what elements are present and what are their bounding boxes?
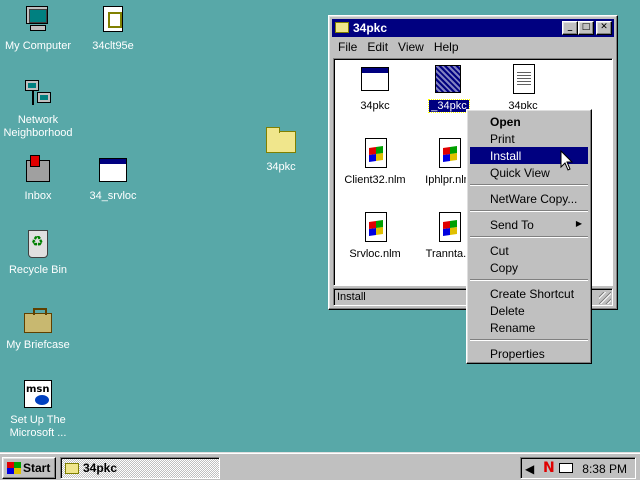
taskbar-button-34pkc[interactable]: 34pkc: [60, 457, 220, 479]
window-title: 34pkc: [353, 21, 388, 35]
menu-item-send-to[interactable]: Send To ▶: [470, 216, 588, 233]
34pkc-folder-label: 34pkc: [266, 161, 296, 173]
my-briefcase-icon[interactable]: My Briefcase: [0, 303, 76, 352]
menu-item-rename[interactable]: Rename: [470, 319, 588, 336]
menu-item-properties[interactable]: Properties: [470, 345, 588, 362]
minimize-button[interactable]: _: [562, 21, 578, 35]
network-neighborhood-label-1: Network: [17, 114, 59, 126]
network-neighborhood-label-2: Neighborhood: [3, 127, 73, 139]
folder-icon: [335, 22, 349, 33]
send-to-label: Send To: [490, 218, 534, 232]
msn-setup-label-2: Microsoft ...: [9, 427, 67, 439]
file-label: Client32.nlm: [344, 174, 406, 186]
menu-bar: File Edit View Help: [333, 38, 613, 56]
menu-item-cut[interactable]: Cut: [470, 242, 588, 259]
34clt95e-icon[interactable]: 34clt95e: [75, 4, 151, 53]
msn-setup-label-1: Set Up The: [10, 414, 66, 426]
menu-item-create-shortcut[interactable]: Create Shortcut: [470, 285, 588, 302]
folder-icon: [65, 463, 79, 474]
start-label: Start: [23, 461, 51, 475]
recycle-bin-label: Recycle Bin: [8, 264, 68, 276]
34-srvloc-icon[interactable]: 34_srvloc: [75, 154, 151, 203]
34-srvloc-label: 34_srvloc: [89, 190, 137, 202]
34clt95e-label: 34clt95e: [92, 40, 134, 52]
menu-separator: [470, 339, 588, 341]
menu-item-open[interactable]: Open: [470, 113, 588, 130]
netware-icon[interactable]: N: [543, 460, 555, 476]
menu-file[interactable]: File: [333, 38, 362, 56]
start-button[interactable]: Start: [2, 457, 56, 479]
file-label: _34pkc: [428, 99, 470, 113]
window-titlebar[interactable]: 34pkc _ □ ✕: [332, 19, 614, 37]
menu-item-copy[interactable]: Copy: [470, 259, 588, 276]
menu-edit[interactable]: Edit: [362, 38, 393, 56]
file-_34pkc[interactable]: _34pkc: [414, 63, 484, 113]
recycle-bin-icon[interactable]: Recycle Bin: [0, 228, 76, 277]
taskbar: Start 34pkc ◀ N 8:38 PM: [0, 452, 640, 480]
submenu-arrow-icon: ▶: [575, 219, 582, 228]
file-srvloc-nlm[interactable]: Srvloc.nlm: [340, 211, 410, 260]
speaker-icon[interactable]: ◀: [525, 462, 535, 476]
my-computer-label: My Computer: [4, 40, 72, 52]
windows-logo-icon: [7, 462, 21, 474]
close-button[interactable]: ✕: [596, 21, 612, 35]
my-computer-icon[interactable]: My Computer: [0, 4, 76, 53]
menu-separator: [470, 236, 588, 238]
maximize-button[interactable]: □: [578, 21, 594, 35]
menu-separator: [470, 210, 588, 212]
network-neighborhood-icon[interactable]: Network Neighborhood: [0, 78, 76, 140]
menu-separator: [470, 184, 588, 186]
file-label: Srvloc.nlm: [349, 248, 401, 260]
inbox-label: Inbox: [24, 190, 52, 202]
resize-grip-icon[interactable]: [599, 292, 611, 304]
menu-item-netware-copy[interactable]: NetWare Copy...: [470, 190, 588, 207]
menu-separator: [470, 279, 588, 281]
34pkc-folder-icon[interactable]: 34pkc: [243, 125, 319, 174]
context-menu: Open Print Install Quick View NetWare Co…: [466, 109, 592, 364]
file-client32-nlm[interactable]: Client32.nlm: [340, 137, 410, 186]
clock[interactable]: 8:38 PM: [582, 462, 627, 476]
my-briefcase-label: My Briefcase: [6, 339, 70, 351]
file-34pkc-1[interactable]: 34pkc: [340, 63, 410, 112]
mail-icon[interactable]: [559, 463, 573, 473]
file-34pkc-2[interactable]: 34pkc: [488, 63, 558, 112]
msn-setup-icon[interactable]: msn Set Up The Microsoft ...: [0, 378, 76, 440]
menu-help[interactable]: Help: [429, 38, 464, 56]
menu-item-delete[interactable]: Delete: [470, 302, 588, 319]
menu-item-print[interactable]: Print: [470, 130, 588, 147]
inbox-icon[interactable]: Inbox: [0, 154, 76, 203]
file-label: 34pkc: [360, 100, 390, 112]
system-tray: ◀ N 8:38 PM: [520, 457, 636, 479]
menu-view[interactable]: View: [393, 38, 429, 56]
mouse-cursor-icon: [560, 150, 574, 171]
task-label: 34pkc: [83, 461, 118, 475]
